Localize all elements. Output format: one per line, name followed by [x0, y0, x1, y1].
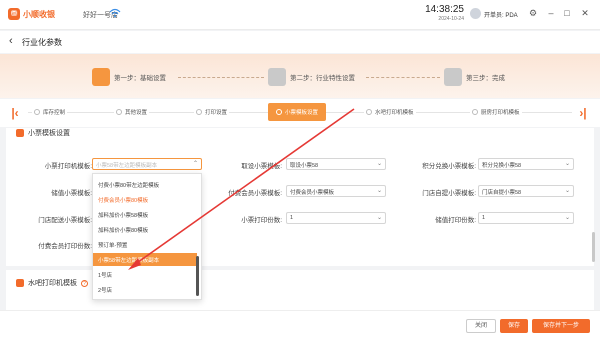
section-title: 小票模板设置: [28, 130, 70, 137]
back-icon[interactable]: ‹: [9, 35, 13, 47]
tabs-bar: |‹ 库存控制 其他设置 打印设置 小票模板设置 水吧打印机模板 厨房打印机模板…: [0, 99, 600, 127]
page-scrollbar[interactable]: [592, 232, 595, 262]
gear-icon[interactable]: ⚙: [528, 8, 538, 18]
dropdown-option[interactable]: 付费小票80带左边距模板: [93, 178, 197, 191]
stored-copies-label: 储值打印份数:: [435, 217, 476, 224]
close-button[interactable]: 关闭: [466, 319, 496, 333]
section-heading: 小票模板设置: [16, 128, 70, 138]
stored-template-label: 储值小票模板:: [51, 190, 92, 197]
complete-step-icon: [444, 68, 462, 86]
receipt-copies-label: 小票打印份数:: [241, 217, 282, 224]
chevron-down-icon: ⌄: [376, 215, 382, 221]
pickup-template-select[interactable]: 取设小票58 ⌄: [286, 158, 386, 170]
status-bar: ⛃ 小顺收银 好好一号店 14:38:25 2024-10-24 开单员: PD…: [0, 0, 600, 30]
dropdown-scrollbar[interactable]: [196, 256, 199, 296]
tab-other[interactable]: 其他设置: [114, 108, 150, 116]
dropdown-option[interactable]: 小票58带左边距模板副本: [93, 253, 197, 266]
dropdown-option[interactable]: 付费会员小票80模板: [93, 193, 197, 206]
industry-step-icon: [268, 68, 286, 86]
section-title: 水吧打印机模板: [28, 280, 77, 287]
cup-icon: [16, 279, 24, 287]
printer-template-select[interactable]: 小票58带左边距模板副本 ⌃: [92, 158, 202, 170]
printer-template-label: 小票打印机模板:: [44, 163, 92, 170]
member-template-select[interactable]: 付费会员小票模板 ⌄: [286, 185, 386, 197]
tab-bar-printer[interactable]: 水吧打印机模板: [364, 108, 416, 116]
step-2: 第二步：行业特性设置: [268, 68, 355, 86]
chevron-down-icon: ⌄: [564, 161, 570, 167]
settings-step-icon: [92, 68, 110, 86]
points-template-select[interactable]: 积分兑换小票58 ⌄: [478, 158, 574, 170]
tab-inventory[interactable]: 库存控制: [32, 108, 68, 116]
logo-icon: ⛃: [8, 8, 20, 20]
receipt-copies-select[interactable]: 1 ⌄: [286, 212, 386, 224]
footer-bar: 关闭 保存 保存并下一步: [0, 310, 600, 338]
step-1: 第一步：基础设置: [92, 68, 166, 86]
clock: 14:38:25 2024-10-24: [424, 4, 464, 22]
member-copies-label: 付费会员打印份数:: [38, 243, 92, 250]
tab-print[interactable]: 打印设置: [194, 108, 230, 116]
avatar[interactable]: [470, 8, 481, 19]
dropdown-option[interactable]: 加料加价小票58模板: [93, 208, 197, 221]
radio-icon: [472, 109, 478, 115]
points-template-label: 积分兑换小票模板:: [422, 163, 476, 170]
step-divider: [178, 77, 264, 78]
section-heading: 水吧打印机模板 ?: [16, 278, 88, 288]
save-next-button[interactable]: 保存并下一步: [532, 319, 590, 333]
save-button[interactable]: 保存: [500, 319, 528, 333]
dropdown-option[interactable]: 1号店: [93, 268, 197, 281]
chevron-up-icon: ⌃: [192, 161, 198, 167]
dropdown-option[interactable]: 加料加价小票80模板: [93, 223, 197, 236]
chevron-down-icon: ⌄: [564, 215, 570, 221]
user-name: 开单员: PDA: [484, 13, 518, 19]
step-3: 第三步：完成: [444, 68, 505, 86]
step-divider: [366, 77, 440, 78]
page-header: ‹ 行业化参数: [0, 31, 600, 53]
radio-icon: [196, 109, 202, 115]
close-icon[interactable]: ✕: [580, 8, 590, 18]
template-dropdown[interactable]: 付费小票80带左边距模板 付费会员小票80模板 加料加价小票58模板 加料加价小…: [92, 173, 202, 300]
step-1-label: 第一步：基础设置: [114, 75, 166, 82]
minimize-icon[interactable]: –: [546, 8, 556, 18]
radio-icon: [34, 109, 40, 115]
maximize-icon[interactable]: □: [562, 8, 572, 18]
time-text: 14:38:25: [425, 4, 464, 15]
help-icon[interactable]: ?: [81, 279, 88, 287]
store-pickup-template-label: 门店自提小票模板:: [422, 190, 476, 197]
chevron-down-icon: ⌄: [376, 188, 382, 194]
step-2-label: 第二步：行业特性设置: [290, 75, 355, 82]
radio-icon: [276, 109, 282, 115]
tab-receipt-template[interactable]: 小票模板设置: [268, 103, 327, 121]
member-template-label: 付费会员小票模板:: [228, 190, 282, 197]
store-pickup-template-select[interactable]: 门店自提小票58 ⌄: [478, 185, 574, 197]
app-name: 小顺收银: [23, 9, 55, 19]
dropdown-option[interactable]: 2号店: [93, 283, 197, 296]
page-title: 行业化参数: [22, 38, 62, 47]
chevron-down-icon: ⌄: [564, 188, 570, 194]
radio-icon: [116, 109, 122, 115]
app-logo: ⛃ 小顺收银: [8, 8, 55, 20]
date-text: 2024-10-24: [438, 16, 464, 22]
receipt-icon: [16, 129, 24, 137]
pickup-template-label: 取设小票模板:: [241, 163, 282, 170]
tab-prev-icon[interactable]: |‹: [8, 105, 22, 121]
dropdown-option[interactable]: 预订单-预置: [93, 238, 197, 251]
wifi-icon: [109, 8, 121, 18]
step-3-label: 第三步：完成: [466, 75, 505, 82]
delivery-template-label: 门店配送小票模板:: [38, 217, 92, 224]
tab-kitchen-printer[interactable]: 厨房打印机模板: [470, 108, 522, 116]
step-progress: 第一步：基础设置 第二步：行业特性设置 第三步：完成: [0, 54, 600, 98]
tab-next-icon[interactable]: ›|: [576, 105, 590, 121]
stored-copies-select[interactable]: 1 ⌄: [478, 212, 574, 224]
radio-icon: [366, 109, 372, 115]
chevron-down-icon: ⌄: [376, 161, 382, 167]
